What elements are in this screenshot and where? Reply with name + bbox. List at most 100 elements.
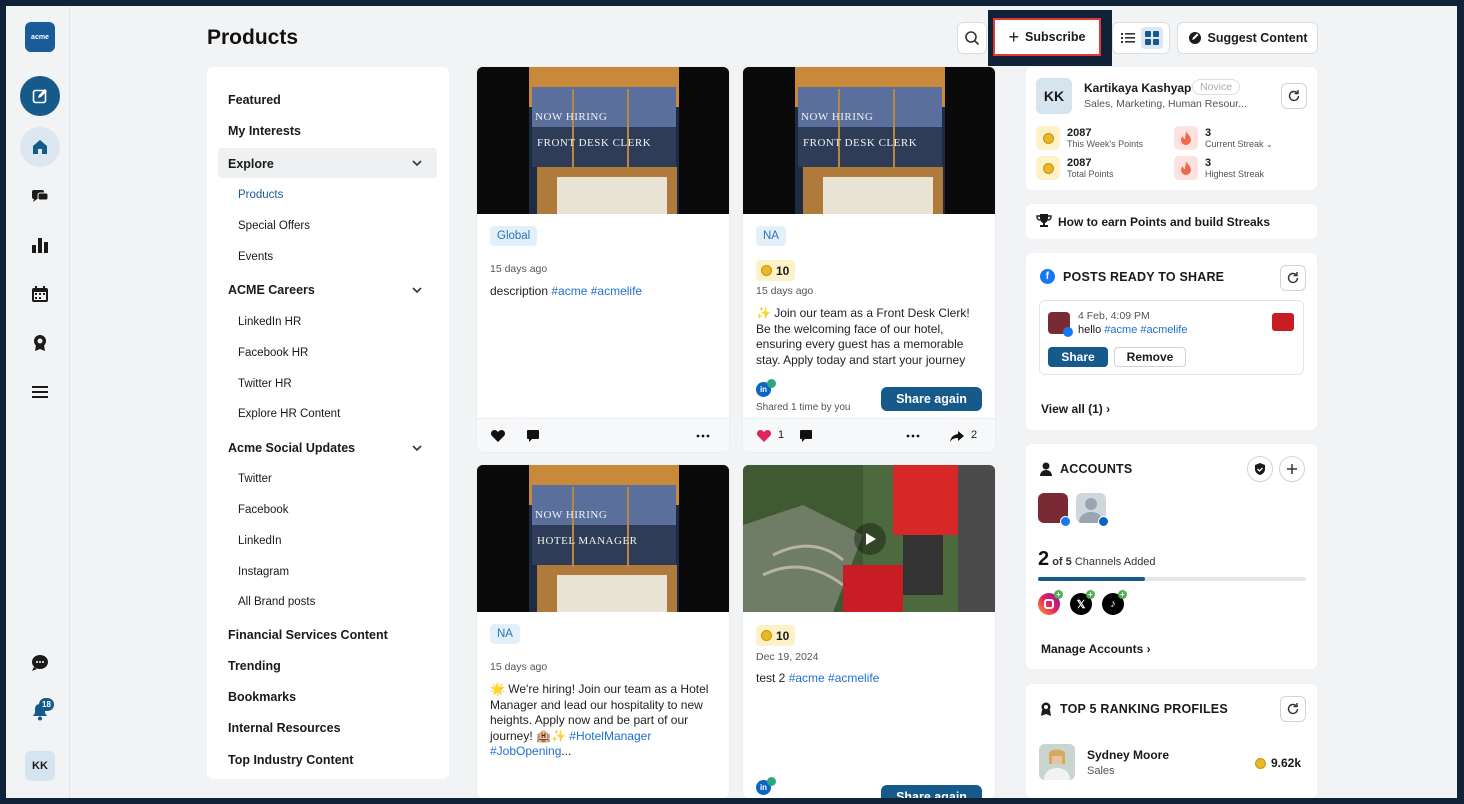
nav-twitter-hr[interactable]: Twitter HR xyxy=(238,378,292,390)
nav-featured[interactable]: Featured xyxy=(228,93,281,107)
nav-all-brand-posts[interactable]: All Brand posts xyxy=(238,596,315,608)
nav-twitter[interactable]: Twitter xyxy=(238,473,272,485)
nav-trending[interactable]: Trending xyxy=(228,659,281,673)
card-image[interactable]: NOW HIRING HOTEL MANAGER xyxy=(477,465,729,612)
profile-card: KK Kartikaya Kashyap Novice Sales, Marke… xyxy=(1026,67,1317,190)
refresh-button[interactable] xyxy=(1281,83,1307,109)
ready-post-body: hello xyxy=(1078,324,1105,336)
nav-internal-resources[interactable]: Internal Resources xyxy=(228,721,341,735)
content-card[interactable]: NOW HIRING FRONT DESK CLERK NA 10 15 day… xyxy=(743,67,995,452)
content-card[interactable]: NOW HIRING HOTEL MANAGER NA 15 days ago … xyxy=(477,465,729,798)
nav-linkedin-hr[interactable]: LinkedIn HR xyxy=(238,316,301,328)
ready-post-item: 4 Feb, 4:09 PM hello #acme #acmelife Sha… xyxy=(1039,300,1304,375)
feedback-button[interactable] xyxy=(20,643,60,683)
list-view-icon[interactable] xyxy=(1120,30,1136,46)
content-card[interactable]: 10 Dec 19, 2024 test 2 #acme #acmelife i… xyxy=(743,465,995,798)
shared-count-text: Shared 1 time by you xyxy=(756,402,851,413)
view-all-label: View all (1) xyxy=(1041,402,1103,416)
suggest-content-button[interactable]: Suggest Content xyxy=(1177,22,1318,54)
flame-icon xyxy=(1174,126,1198,150)
refresh-button[interactable] xyxy=(1280,265,1306,291)
nav-financial-services[interactable]: Financial Services Content xyxy=(228,628,388,642)
play-button[interactable] xyxy=(854,523,886,555)
analytics-button[interactable] xyxy=(20,225,60,265)
profile-name[interactable]: Kartikaya Kashyap xyxy=(1084,81,1191,95)
more-options-icon[interactable] xyxy=(905,428,921,444)
nav-explore-hr-content[interactable]: Explore HR Content xyxy=(238,408,340,420)
share-button[interactable]: Share xyxy=(1048,347,1108,367)
calendar-button[interactable] xyxy=(20,274,60,314)
content-card[interactable]: NOW HIRING FRONT DESK CLERK Global 15 da… xyxy=(477,67,729,452)
highest-streak-label: Highest Streak xyxy=(1205,168,1265,179)
heart-icon[interactable] xyxy=(490,428,506,444)
manage-accounts-link[interactable]: Manage Accounts › xyxy=(1041,642,1151,656)
card-image[interactable]: NOW HIRING FRONT DESK CLERK xyxy=(743,67,995,214)
card-video[interactable] xyxy=(743,465,995,612)
x-add-icon[interactable]: 𝕏 + xyxy=(1070,590,1095,615)
chevron-down-icon[interactable]: ⌄ xyxy=(1266,140,1273,149)
chevron-down-icon[interactable] xyxy=(412,443,422,453)
compose-button[interactable] xyxy=(20,76,60,116)
chevron-right-icon: › xyxy=(1106,402,1111,416)
nav-acme-careers[interactable]: ACME Careers xyxy=(228,283,315,297)
chevron-down-icon[interactable] xyxy=(412,158,422,168)
heart-icon[interactable] xyxy=(756,428,772,444)
comment-icon[interactable] xyxy=(525,428,541,444)
total-points-value: 2087 xyxy=(1067,156,1092,169)
home-icon xyxy=(33,140,47,154)
facebook-icon xyxy=(1063,327,1073,337)
share-arrow-icon[interactable] xyxy=(949,428,965,444)
nav-products[interactable]: Products xyxy=(238,189,283,201)
card-image[interactable]: NOW HIRING FRONT DESK CLERK xyxy=(477,67,729,214)
subscribe-label: Subscribe xyxy=(1025,30,1086,44)
nav-facebook-hr[interactable]: Facebook HR xyxy=(238,347,308,359)
nav-top-industry-content[interactable]: Top Industry Content xyxy=(228,753,353,767)
nav-explore[interactable]: Explore xyxy=(228,157,274,171)
user-avatar[interactable]: KK xyxy=(25,751,55,781)
instagram-add-icon[interactable]: + xyxy=(1038,590,1063,615)
pencil-square-icon xyxy=(32,89,47,104)
search-icon xyxy=(965,31,980,46)
share-again-button[interactable]: Share again xyxy=(881,785,982,798)
comment-icon[interactable] xyxy=(798,428,814,444)
chevron-down-icon[interactable] xyxy=(412,285,422,295)
nav-linkedin[interactable]: LinkedIn xyxy=(238,535,281,547)
post-hashtags[interactable]: #acme #acmelife xyxy=(789,671,880,685)
subscribe-button[interactable]: + Subscribe xyxy=(993,18,1101,56)
more-options-icon[interactable] xyxy=(695,428,711,444)
ready-post-hashtags[interactable]: #acme #acmelife xyxy=(1104,324,1187,336)
home-button[interactable] xyxy=(20,127,60,167)
search-button[interactable] xyxy=(957,22,987,54)
refresh-button[interactable] xyxy=(1280,696,1306,722)
nav-acme-social-updates[interactable]: Acme Social Updates xyxy=(228,441,355,455)
tiktok-add-icon[interactable]: ♪ + xyxy=(1102,590,1127,615)
post-hashtag[interactable]: #HotelManager xyxy=(569,729,651,743)
profile-avatar[interactable]: KK xyxy=(1036,78,1072,114)
post-hashtag[interactable]: #JobOpening xyxy=(490,744,561,758)
awards-button[interactable] xyxy=(20,323,60,363)
acme-logo[interactable]: acme xyxy=(25,22,55,52)
security-button[interactable] xyxy=(1247,456,1273,482)
nav-special-offers[interactable]: Special Offers xyxy=(238,220,310,232)
remove-button[interactable]: Remove xyxy=(1114,347,1186,367)
nav-bookmarks[interactable]: Bookmarks xyxy=(228,690,296,704)
ranking-profile-avatar[interactable] xyxy=(1039,744,1075,780)
nav-facebook[interactable]: Facebook xyxy=(238,504,289,516)
messages-button[interactable] xyxy=(20,176,60,216)
menu-button[interactable] xyxy=(20,372,60,412)
earn-points-link[interactable]: How to earn Points and build Streaks xyxy=(1026,204,1317,239)
truncation-ellipsis: ... xyxy=(561,744,572,758)
view-all-link[interactable]: View all (1) › xyxy=(1041,402,1110,416)
grid-view-button[interactable] xyxy=(1140,27,1163,49)
post-hashtags[interactable]: #acme #acmelife xyxy=(551,284,642,298)
nav-events[interactable]: Events xyxy=(238,251,273,263)
nav-my-interests[interactable]: My Interests xyxy=(228,124,301,138)
share-again-button[interactable]: Share again xyxy=(881,387,982,411)
nav-instagram[interactable]: Instagram xyxy=(238,566,289,578)
region-tag: NA xyxy=(490,624,520,644)
current-streak-stat[interactable]: 3 Current Streak ⌄ xyxy=(1174,126,1273,150)
accounts-card: ACCOUNTS 2 of 5 Channels Added + 𝕏 + ♪ + M… xyxy=(1026,444,1317,669)
notifications-button[interactable] xyxy=(20,692,60,732)
ranking-profile-name[interactable]: Sydney Moore xyxy=(1087,748,1169,762)
add-account-button[interactable] xyxy=(1279,456,1305,482)
